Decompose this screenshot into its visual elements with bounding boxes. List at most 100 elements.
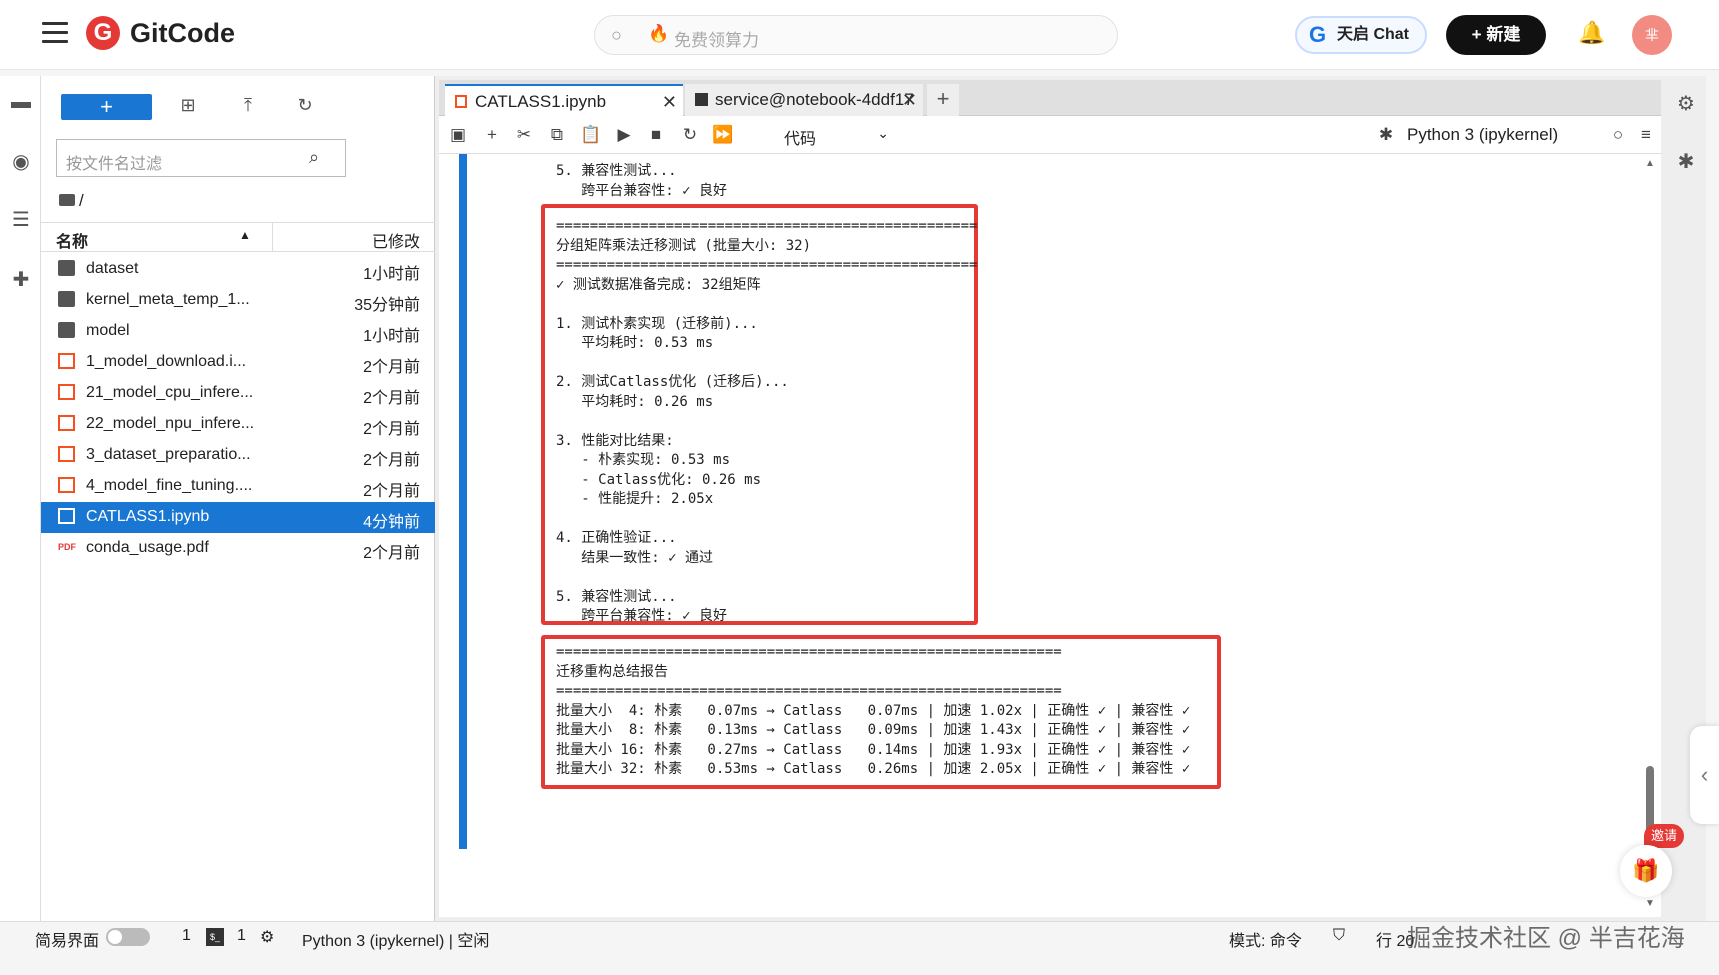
close-icon[interactable]: ✕ [902, 84, 917, 116]
running-icon[interactable]: ◉ [9, 150, 33, 174]
pdf-icon: PDF [58, 542, 76, 552]
debugger-icon[interactable]: ✱ [1375, 124, 1397, 146]
folder-icon[interactable]: ▬ [9, 90, 33, 114]
avatar[interactable]: 芈 [1632, 15, 1672, 55]
paste-icon[interactable]: 📋 [580, 124, 602, 146]
notebook-toolbar: ▣ + ✂ ⧉ 📋 ▶ ■ ↻ ⏩ 代码 ⌄ ✱ Python 3 (ipyke… [439, 116, 1661, 154]
file-row[interactable]: 21_model_cpu_infere... 2个月前 [41, 378, 435, 409]
search-icon: ⌕ [309, 147, 320, 167]
property-inspector-icon[interactable]: ⚙ [1674, 92, 1698, 116]
simple-mode-toggle[interactable] [106, 928, 150, 946]
column-modified[interactable]: 已修改 [372, 228, 420, 252]
notebook-icon [58, 508, 75, 524]
scroll-down-icon[interactable]: ▼ [1645, 898, 1655, 909]
scroll-up-icon[interactable]: ▲ [1645, 158, 1655, 169]
restart-icon[interactable]: ↻ [679, 124, 701, 146]
file-browser: + ⊞ ⤒ ↻ 按文件名过滤 ⌕ / 名称 ▲ 已修改 dataset 1小时前 k… [41, 76, 435, 921]
run-icon[interactable]: ▶ [613, 124, 635, 146]
left-sidebar-rail: ▬ ◉ ☰ ✚ [0, 76, 41, 921]
file-row[interactable]: 1_model_download.i... 2个月前 [41, 347, 435, 378]
watermark: 掘金技术社区 @ 半吉花海 [1407, 925, 1685, 952]
kernel-status-icon: ○ [1612, 125, 1624, 144]
cell-collapser[interactable] [459, 154, 467, 849]
kernel-status[interactable]: Python 3 (ipykernel) | 空闲 [302, 927, 489, 951]
folder-icon [58, 291, 75, 307]
collapse-panel-tab[interactable]: ‹ [1690, 726, 1719, 824]
add-tab-icon[interactable]: + [927, 84, 959, 116]
tab-terminal[interactable]: service@notebook-4ddf17 ✕ [685, 84, 923, 116]
kernel-count[interactable]: 1 [182, 927, 191, 945]
file-row[interactable]: kernel_meta_temp_1... 35分钟前 [41, 285, 435, 316]
file-row[interactable]: 22_model_npu_infere... 2个月前 [41, 409, 435, 440]
new-launcher-button[interactable]: + [61, 94, 152, 120]
notebook-area: CATLASS1.ipynb ✕ service@notebook-4ddf17… [435, 76, 1665, 921]
new-button[interactable]: + 新建 [1446, 15, 1546, 55]
upload-icon[interactable]: ⤒ [236, 95, 260, 119]
sort-asc-icon: ▲ [239, 228, 251, 242]
debugger-icon[interactable]: ✱ [1674, 150, 1698, 174]
folder-icon [59, 194, 75, 206]
column-name[interactable]: 名称 [56, 228, 88, 252]
run-all-icon[interactable]: ⏩ [712, 124, 734, 146]
save-icon[interactable]: ▣ [447, 124, 469, 146]
folder-icon [58, 260, 75, 276]
file-row[interactable]: 4_model_fine_tuning.... 2个月前 [41, 471, 435, 502]
file-name: CATLASS1.ipynb [86, 508, 210, 525]
search-bar[interactable]: ○ 🔥 免费领算力 [594, 15, 1118, 55]
file-modified: 2个月前 [363, 483, 420, 500]
logo-text[interactable]: GitCode [130, 18, 235, 49]
refresh-icon[interactable]: ↻ [293, 95, 317, 119]
file-filter-input[interactable]: 按文件名过滤 ⌕ [56, 139, 346, 177]
file-name: dataset [86, 260, 139, 277]
output-box1-text: ========================================… [556, 218, 978, 624]
file-row[interactable]: dataset 1小时前 [41, 254, 435, 285]
tab-bar: CATLASS1.ipynb ✕ service@notebook-4ddf17… [439, 80, 1661, 116]
folder-icon [58, 322, 75, 338]
file-modified: 2个月前 [363, 390, 420, 407]
vertical-scrollbar[interactable]: ▲ ▼ [1645, 154, 1657, 917]
gitcode-logo-icon[interactable]: G [86, 16, 120, 50]
mode-indicator[interactable]: 模式: 命令 [1229, 927, 1302, 951]
file-row[interactable]: 3_dataset_preparatio... 2个月前 [41, 440, 435, 471]
file-list-header: 名称 ▲ 已修改 [41, 222, 435, 252]
tab-catlass-notebook[interactable]: CATLASS1.ipynb ✕ [445, 84, 683, 116]
bell-icon[interactable]: 🔔 [1578, 20, 1605, 46]
output-top-text: 5. 兼容性测试... 跨平台兼容性: ✓ 良好 [556, 163, 728, 199]
file-name: 1_model_download.i... [86, 353, 247, 370]
kernel-name[interactable]: Python 3 (ipykernel) [1407, 125, 1558, 145]
close-icon[interactable]: ✕ [662, 86, 677, 118]
highlight-box-1: ========================================… [541, 204, 978, 625]
cut-icon[interactable]: ✂ [513, 124, 535, 146]
file-modified: 2个月前 [363, 545, 420, 562]
insert-cell-icon[interactable]: + [481, 124, 503, 146]
file-modified: 4分钟前 [363, 514, 420, 531]
file-modified: 35分钟前 [354, 297, 420, 314]
terminal-count[interactable]: 1 [237, 927, 246, 945]
menu-icon[interactable]: ≡ [1635, 124, 1657, 146]
cell-type-select[interactable]: 代码 ⌄ [784, 125, 889, 149]
file-row[interactable]: CATLASS1.ipynb 4分钟前 [41, 502, 435, 533]
menu-icon[interactable] [42, 22, 68, 44]
terminal-icon: $_ [206, 928, 224, 946]
extension-icon[interactable]: ✚ [9, 268, 33, 292]
terminal-icon [695, 93, 708, 106]
highlight-box-2: ========================================… [541, 635, 1221, 789]
notebook-icon [58, 446, 75, 462]
file-row[interactable]: model 1小时前 [41, 316, 435, 347]
file-modified: 1小时前 [363, 266, 420, 283]
file-name: 3_dataset_preparatio... [86, 446, 251, 463]
breadcrumb[interactable]: / [59, 191, 84, 211]
gift-icon[interactable]: 🎁 [1620, 845, 1672, 897]
new-folder-icon[interactable]: ⊞ [176, 95, 200, 119]
copy-icon[interactable]: ⧉ [546, 124, 568, 146]
file-name: 21_model_cpu_infere... [86, 384, 254, 401]
chevron-down-icon: ⌄ [877, 125, 889, 141]
notebook-icon [58, 477, 75, 493]
file-name: conda_usage.pdf [86, 539, 209, 556]
tianqi-chat-button[interactable]: G 天启 Chat [1295, 16, 1427, 54]
search-placeholder: 免费领算力 [674, 31, 759, 50]
stop-icon[interactable]: ■ [645, 124, 667, 146]
file-row[interactable]: PDF conda_usage.pdf 2个月前 [41, 533, 435, 564]
file-name: model [86, 322, 130, 339]
toc-icon[interactable]: ☰ [9, 208, 33, 232]
